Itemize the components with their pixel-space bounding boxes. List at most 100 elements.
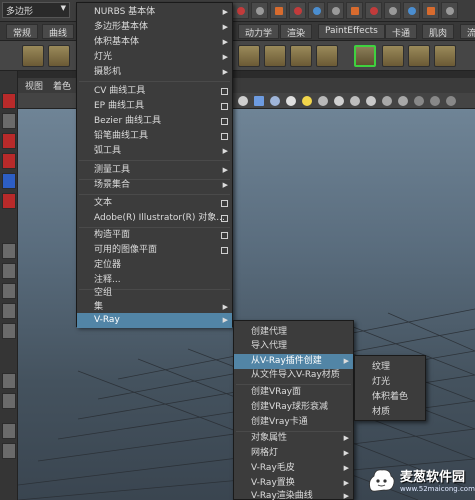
shelf-tab-toon[interactable]: 卡通: [385, 24, 418, 39]
extrude-shelf-icon[interactable]: [382, 45, 404, 67]
manipulator-tool-icon[interactable]: [2, 193, 16, 209]
menu-item-lights[interactable]: 灯光 ▶: [77, 50, 232, 65]
menu-item-mesh-light[interactable]: 网格灯 ▶: [234, 446, 353, 461]
field-chart-icon[interactable]: [430, 96, 440, 106]
rotate-tool-icon[interactable]: [2, 153, 16, 169]
history-icon[interactable]: [327, 2, 344, 19]
option-box-icon[interactable]: [221, 118, 228, 125]
menu-item-vray-render-curves[interactable]: V-Ray渲染曲线 ▶: [234, 489, 353, 500]
menu-item-create-vray-plane[interactable]: 创建VRay面: [234, 385, 353, 400]
layout-custom-icon[interactable]: [2, 443, 16, 459]
menu-item-polygon-primitives[interactable]: 多边形基本体 ▶: [77, 20, 232, 35]
option-box-icon[interactable]: [221, 247, 228, 254]
wireframe-toggle-icon[interactable]: [238, 96, 248, 106]
high-quality-icon[interactable]: [382, 96, 392, 106]
isolate-select-icon[interactable]: [334, 96, 344, 106]
attribute-editor-icon[interactable]: [422, 2, 439, 19]
option-box-icon[interactable]: [221, 200, 228, 207]
tool-settings-icon[interactable]: [441, 2, 458, 19]
panel-menu-shading[interactable]: 着色: [53, 79, 71, 92]
menu-item-create-from-vray-plugin[interactable]: 从V-Ray插件创建 ▶: [234, 354, 353, 369]
layout-single-icon[interactable]: [2, 243, 16, 259]
ipr-render-icon[interactable]: [365, 2, 382, 19]
mode-dropdown[interactable]: 多边形 ▼: [2, 2, 70, 18]
layout-render-icon[interactable]: [2, 393, 16, 409]
option-box-icon[interactable]: [221, 133, 228, 140]
menu-item-ep-curve-tool[interactable]: EP 曲线工具: [77, 99, 232, 114]
layout-graph-icon[interactable]: [2, 323, 16, 339]
menu-item-volume-primitives[interactable]: 体积基本体 ▶: [77, 35, 232, 50]
move-tool-icon[interactable]: [2, 133, 16, 149]
layout-hypershade-icon[interactable]: [2, 373, 16, 389]
option-box-icon[interactable]: [221, 232, 228, 239]
menu-item-vray-fur[interactable]: V-Ray毛皮 ▶: [234, 461, 353, 476]
pipe-shelf-icon[interactable]: [316, 45, 338, 67]
xray-joints-icon[interactable]: [366, 96, 376, 106]
sphere-shelf-icon[interactable]: [22, 45, 44, 67]
scale-tool-icon[interactable]: [2, 173, 16, 189]
wireframe-on-shaded-icon[interactable]: [270, 96, 280, 106]
menu-item-texture[interactable]: 纹理: [355, 360, 425, 375]
lights-icon[interactable]: [302, 96, 312, 106]
menu-item-text[interactable]: 文本: [77, 196, 232, 211]
layout-outliner-icon[interactable]: [2, 303, 16, 319]
split-shelf-icon[interactable]: [434, 45, 456, 67]
select-tool-icon[interactable]: [2, 93, 16, 109]
textured-icon[interactable]: [286, 96, 296, 106]
option-box-icon[interactable]: [221, 88, 228, 95]
menu-item-light[interactable]: 灯光: [355, 375, 425, 390]
render-settings-icon[interactable]: [384, 2, 401, 19]
snap-point-icon[interactable]: [270, 2, 287, 19]
menu-item-nurbs-primitives[interactable]: NURBS 基本体 ▶: [77, 5, 232, 20]
layout-uv-icon[interactable]: [2, 423, 16, 439]
shelf-tab-painteffects[interactable]: PaintEffects: [318, 24, 385, 39]
menu-item-create-proxy[interactable]: 创建代理: [234, 325, 353, 340]
menu-item-object-properties[interactable]: 对象属性 ▶: [234, 431, 353, 446]
menu-item-construction-plane[interactable]: 构造平面: [77, 228, 232, 243]
shelf-tab-rendering[interactable]: 渲染: [280, 24, 313, 39]
cube-shelf-icon[interactable]: [48, 45, 70, 67]
layout-four-icon[interactable]: [2, 263, 16, 279]
menu-item-cameras[interactable]: 摄影机 ▶: [77, 65, 232, 80]
resolution-gate-icon[interactable]: [398, 96, 408, 106]
menu-item-illustrator-object[interactable]: Adobe(R) Illustrator(R) 对象...: [77, 211, 232, 226]
snap-grid-icon[interactable]: [232, 2, 249, 19]
snap-curve-icon[interactable]: [251, 2, 268, 19]
menu-item-measure-tools[interactable]: 测量工具 ▶: [77, 163, 232, 178]
shelf-tab-general[interactable]: 常规: [6, 24, 39, 39]
shelf-tab-dynamics[interactable]: 动力学: [238, 24, 280, 39]
torus-shelf-icon[interactable]: [264, 45, 286, 67]
gate-mask-icon[interactable]: [414, 96, 424, 106]
xray-icon[interactable]: [350, 96, 360, 106]
menu-item-free-image-plane[interactable]: 可用的图像平面: [77, 243, 232, 258]
menu-item-import-proxy[interactable]: 导入代理: [234, 339, 353, 354]
menu-item-scene-assembly[interactable]: 场景集合 ▶: [77, 178, 232, 193]
menu-item-volume-shading[interactable]: 体积着色: [355, 390, 425, 405]
menu-item-import-vray-material[interactable]: 从文件导入V-Ray材质: [234, 368, 353, 383]
selected-shelf-icon[interactable]: [354, 45, 376, 67]
menu-item-create-vray-toon[interactable]: 创建Vray卡通: [234, 415, 353, 430]
shelf-tab-curves[interactable]: 曲线: [42, 24, 75, 39]
render-icon[interactable]: [346, 2, 363, 19]
plane-shelf-icon[interactable]: [238, 45, 260, 67]
shelf-tab-muscle[interactable]: 肌肉: [422, 24, 455, 39]
cone-shelf-icon[interactable]: [290, 45, 312, 67]
layout-two-icon[interactable]: [2, 283, 16, 299]
menu-item-locator[interactable]: 定位器: [77, 258, 232, 273]
lasso-tool-icon[interactable]: [2, 113, 16, 129]
option-box-icon[interactable]: [221, 103, 228, 110]
smooth-shade-icon[interactable]: [254, 96, 264, 106]
menu-item-material[interactable]: 材质: [355, 405, 425, 420]
menu-item-arc-tools[interactable]: 弧工具 ▶: [77, 144, 232, 159]
shadows-icon[interactable]: [318, 96, 328, 106]
menu-item-bezier-curve-tool[interactable]: Bezier 曲线工具: [77, 114, 232, 129]
menu-item-pencil-curve-tool[interactable]: 铅笔曲线工具: [77, 129, 232, 144]
bevel-shelf-icon[interactable]: [408, 45, 430, 67]
safe-action-icon[interactable]: [446, 96, 456, 106]
snap-plane-icon[interactable]: [289, 2, 306, 19]
menu-item-create-vray-sphere-fade[interactable]: 创建VRay球形衰减: [234, 400, 353, 415]
shelf-tab-fluids[interactable]: 流: [460, 24, 475, 39]
menu-item-empty-group[interactable]: 空组: [77, 286, 232, 301]
menu-item-cv-curve-tool[interactable]: CV 曲线工具: [77, 84, 232, 99]
menu-item-vray[interactable]: V-Ray ▶: [77, 313, 232, 328]
